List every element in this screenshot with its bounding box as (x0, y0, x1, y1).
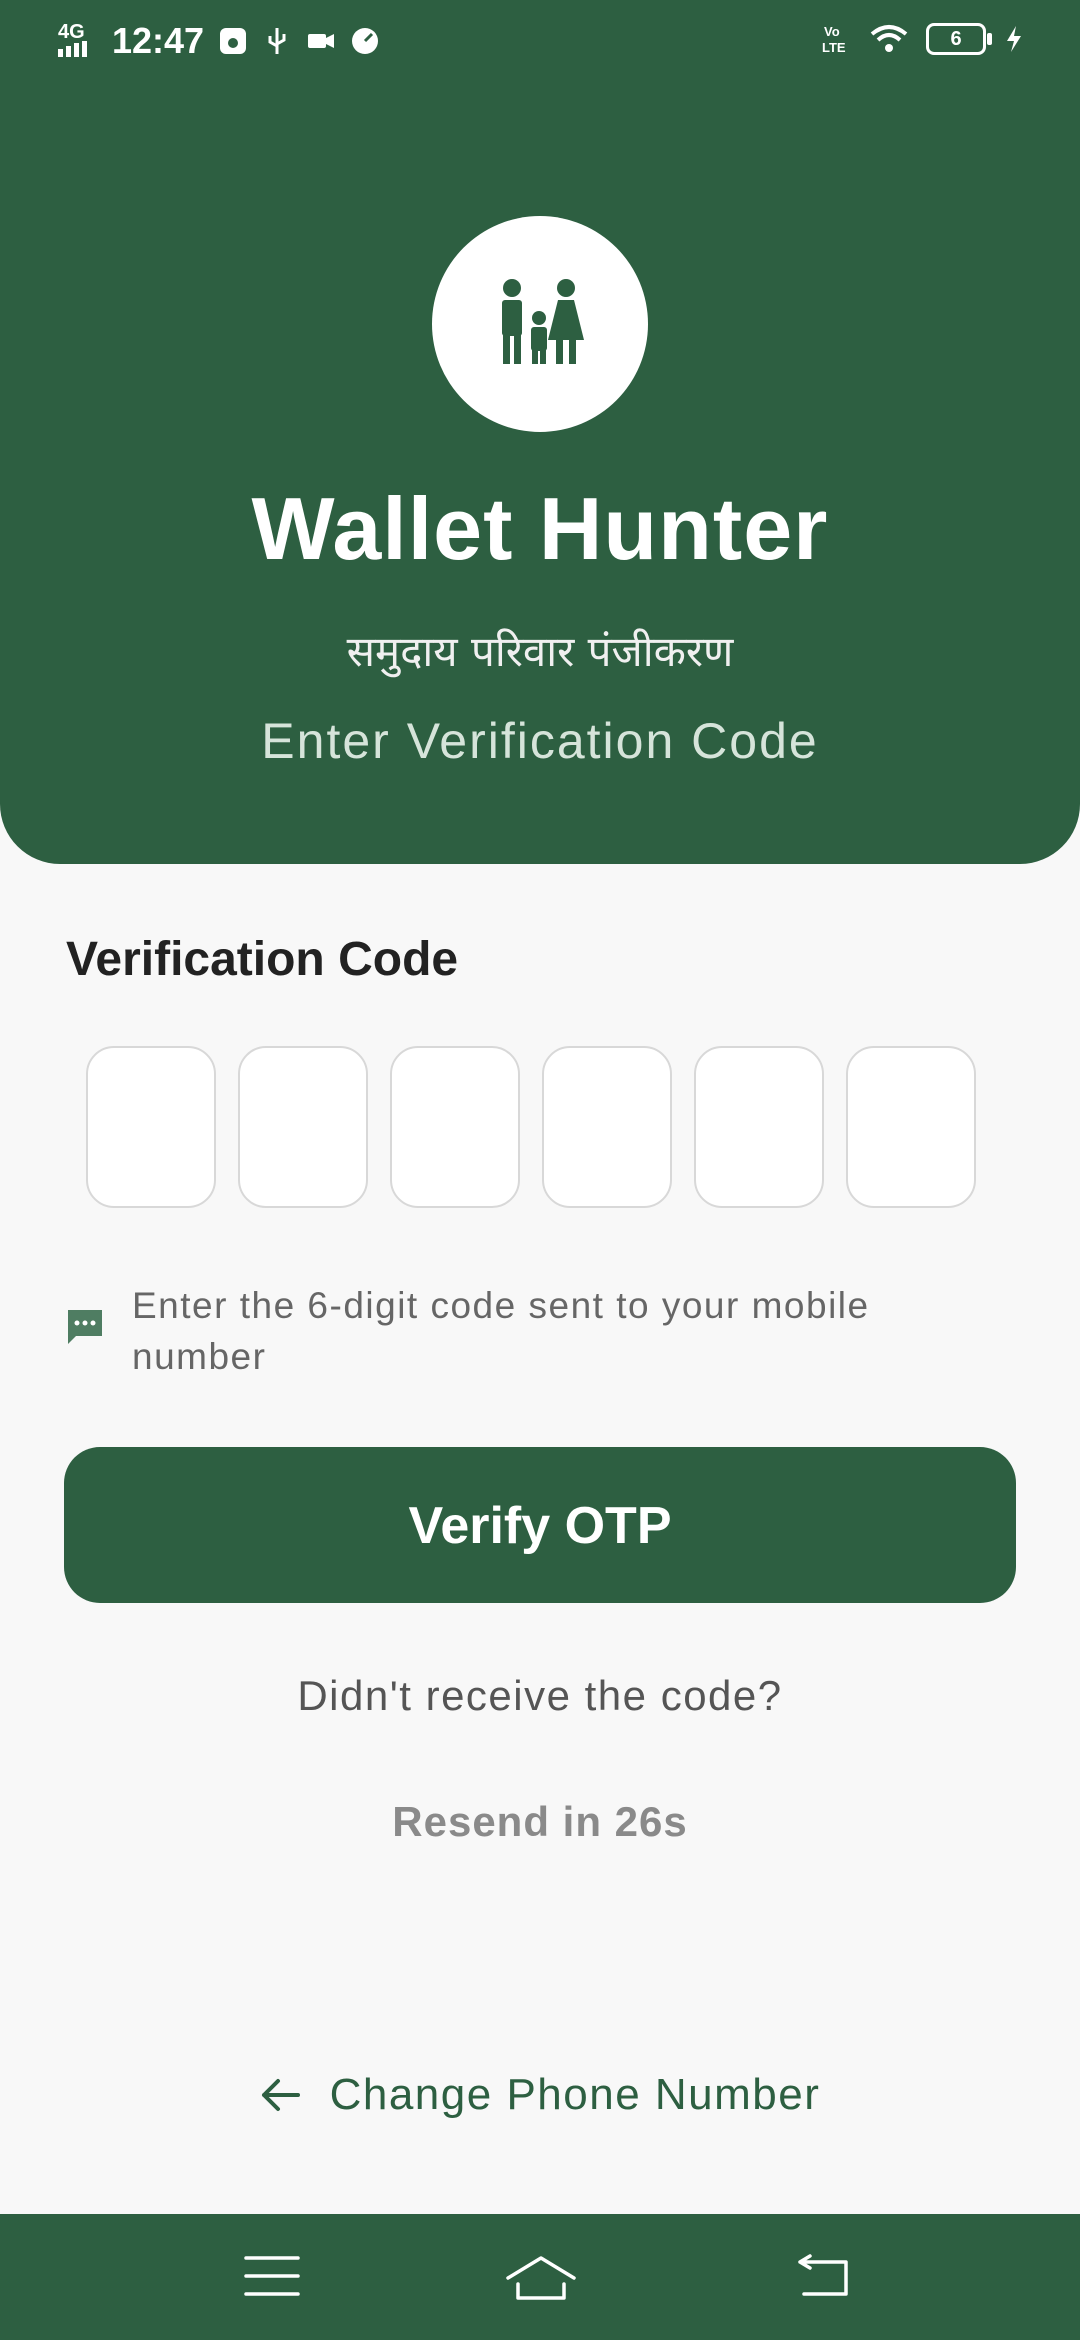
wifi-icon (870, 25, 908, 52)
back-icon[interactable] (796, 2254, 852, 2298)
otp-digit-1[interactable] (86, 1046, 216, 1208)
screen-tagline: Enter Verification Code (261, 713, 819, 769)
otp-hint: Enter the 6-digit code sent to your mobi… (66, 1280, 966, 1382)
didnt-receive-text: Didn't receive the code? (297, 1672, 783, 1719)
otp-digit-4[interactable] (542, 1046, 672, 1208)
signal-icon (58, 40, 87, 57)
app-logo (432, 216, 648, 432)
verification-code-label: Verification Code (66, 933, 459, 986)
menu-icon[interactable] (244, 2254, 300, 2298)
status-bar: 4G 12:47 Vo LTE 6 (0, 0, 1080, 84)
app-title: Wallet Hunter (251, 479, 829, 578)
clock: 12:47 (112, 20, 205, 61)
otp-digit-2[interactable] (238, 1046, 368, 1208)
svg-text:LTE: LTE (822, 40, 846, 55)
svg-text:Vo: Vo (824, 24, 840, 39)
header-banner: 4G 12:47 Vo LTE 6 Wallet Hunter समुदाय प… (0, 0, 1080, 864)
usb-settings-icon (220, 28, 247, 54)
charging-icon (1007, 26, 1021, 52)
otp-digit-5[interactable] (694, 1046, 824, 1208)
otp-digit-3[interactable] (390, 1046, 520, 1208)
usb-icon (268, 28, 286, 54)
message-icon (68, 1310, 102, 1344)
app-subtitle: समुदाय परिवार पंजीकरण (346, 627, 734, 676)
verify-otp-button[interactable]: Verify OTP (64, 1447, 1016, 1603)
resend-countdown[interactable]: Resend in 26s (0, 1798, 1080, 1846)
arrow-left-icon (261, 2079, 300, 2111)
speed-icon (352, 28, 379, 54)
family-icon (502, 279, 584, 364)
video-icon (308, 34, 335, 48)
network-indicator: 4G (58, 22, 98, 60)
change-phone-link[interactable]: Change Phone Number (0, 2070, 1080, 2120)
battery-indicator: 6 (926, 23, 992, 55)
otp-input-group (86, 1046, 976, 1208)
change-phone-label: Change Phone Number (329, 2070, 821, 2119)
volte-icon: Vo LTE (822, 24, 846, 55)
otp-hint-text: Enter the 6-digit code sent to your mobi… (132, 1285, 870, 1377)
system-nav-bar (0, 2214, 1080, 2340)
otp-digit-6[interactable] (846, 1046, 976, 1208)
home-icon[interactable] (504, 2254, 578, 2302)
